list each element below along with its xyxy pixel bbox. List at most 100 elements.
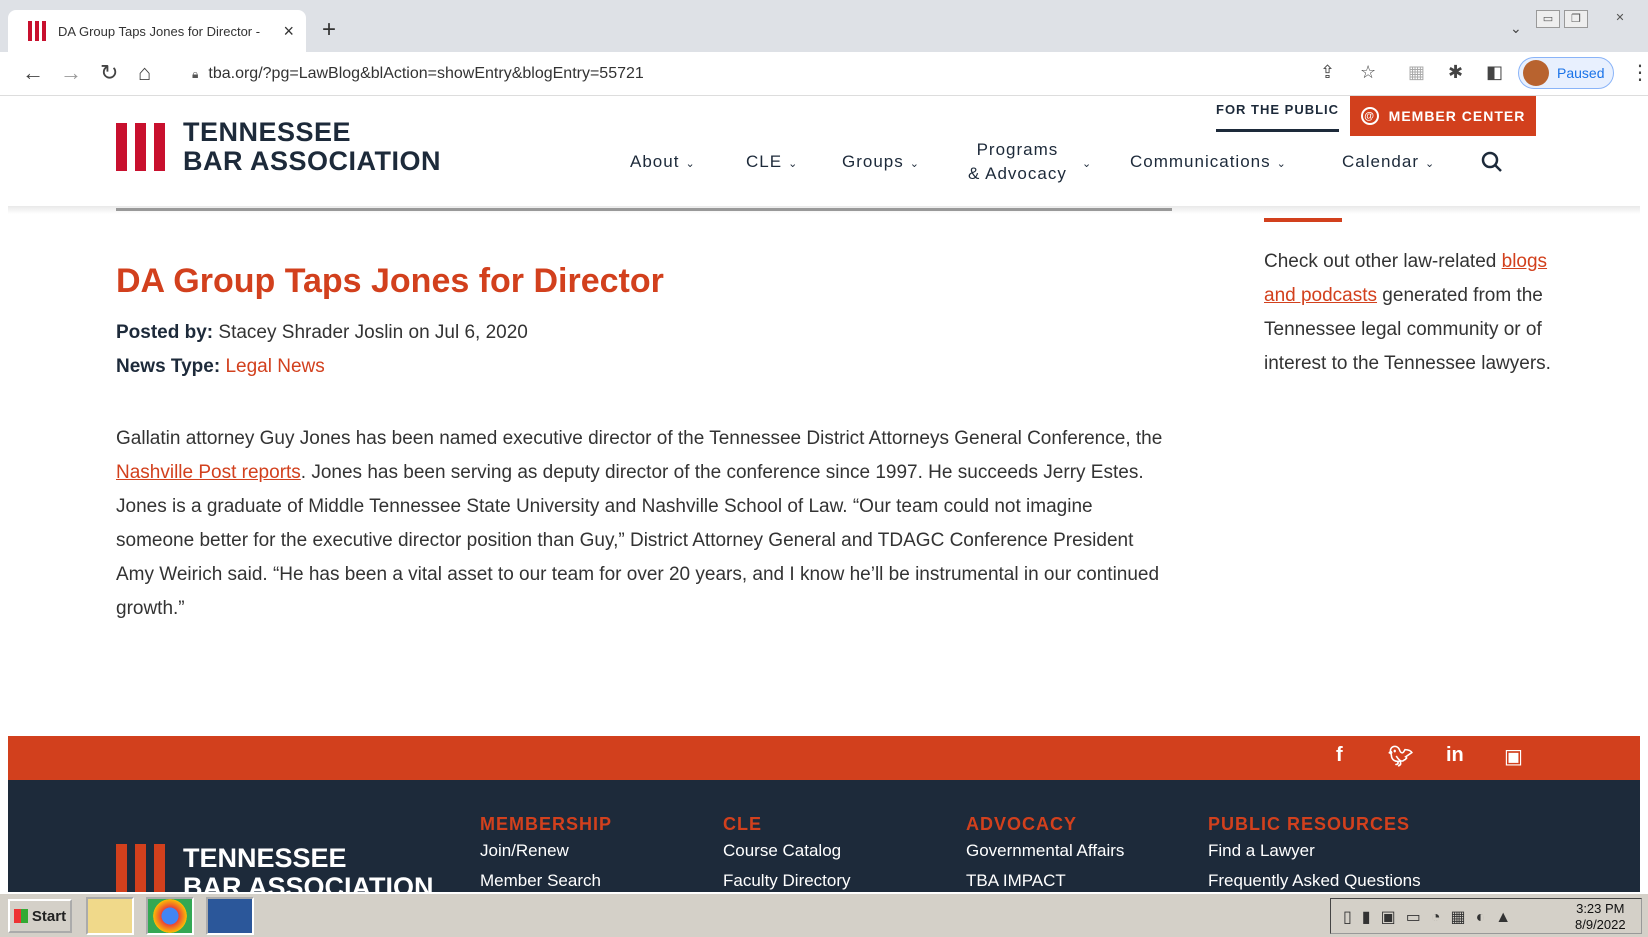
news-type-label: News Type: (116, 356, 221, 377)
youtube-icon[interactable]: ▣ (1504, 744, 1523, 769)
puzzle-icon[interactable]: ✱ (1448, 62, 1463, 83)
footer-link[interactable]: Course Catalog (723, 841, 851, 861)
forward-icon[interactable]: → (60, 60, 82, 86)
extension-icon[interactable]: ▦ (1408, 62, 1425, 83)
footer-logo[interactable]: TENNESSEE BAR ASSOCIATION (116, 844, 434, 892)
news-type-link[interactable]: Legal News (225, 356, 324, 377)
footer-col-public-resources: PUBLIC RESOURCES Find a Lawyer Frequentl… (1208, 814, 1421, 892)
article-body: Gallatin attorney Guy Jones has been nam… (116, 428, 1163, 619)
footer-col-advocacy: ADVOCACY Governmental Affairs TBA IMPACT (966, 814, 1124, 892)
browser-toolbar: ← → ↻ ⌂ 🔒︎ tba.org/?pg=LawBlog&blAction=… (0, 52, 1648, 96)
footer-link[interactable]: TBA IMPACT (966, 871, 1124, 891)
footer-link[interactable]: Member Search (480, 871, 612, 891)
start-button[interactable]: Start (8, 899, 72, 933)
footer-link[interactable]: Faculty Directory (723, 871, 851, 891)
nav-communications[interactable]: Communications ⌄ (1130, 152, 1287, 172)
word-icon[interactable] (206, 897, 254, 935)
nav-programs-advocacy[interactable]: Programs & Advocacy (968, 138, 1067, 186)
profile-button[interactable]: Paused (1518, 57, 1614, 89)
nav-calendar[interactable]: Calendar ⌄ (1342, 152, 1435, 172)
logo-bars-icon (116, 123, 165, 171)
footer-heading: MEMBERSHIP (480, 814, 613, 834)
footer-heading: CLE (723, 814, 762, 834)
nav-programs-line1: Programs (976, 140, 1059, 159)
chevron-down-icon: ⌄ (1425, 158, 1436, 170)
nav-about[interactable]: About ⌄ (630, 152, 696, 172)
footer-link[interactable]: Join/Renew (480, 841, 612, 861)
home-icon[interactable]: ⌂ (138, 60, 151, 86)
windows-flag-icon (13, 909, 28, 923)
minimize-icon[interactable]: ▭ (1536, 10, 1560, 28)
footer-link[interactable]: Frequently Asked Questions (1208, 871, 1421, 891)
clock[interactable]: 3:23 PM 8/9/2022 (1575, 901, 1626, 933)
new-tab-button[interactable]: + (322, 16, 336, 44)
sidepanel-icon[interactable]: ◧ (1486, 62, 1503, 83)
footer: TENNESSEE BAR ASSOCIATION MEMBERSHIP Joi… (8, 780, 1640, 892)
footer-col-cle: CLE Course Catalog Faculty Directory (723, 814, 851, 892)
footer-heading: ADVOCACY (966, 814, 1078, 834)
clock-time: 3:23 PM (1576, 901, 1625, 916)
share-icon[interactable]: ⇪ (1320, 62, 1335, 83)
chevron-down-icon[interactable]: ⌄ (1076, 152, 1092, 172)
footer-link[interactable]: Governmental Affairs (966, 841, 1124, 861)
search-icon[interactable] (1480, 150, 1504, 174)
tab-title: DA Group Taps Jones for Director - (58, 23, 261, 39)
address-bar[interactable]: 🔒︎ tba.org/?pg=LawBlog&blAction=showEntr… (178, 58, 1328, 90)
star-icon[interactable]: ☆ (1360, 62, 1376, 83)
system-tray: ▯▮▣▭◔▦◐▲ 3:23 PM 8/9/2022 (1330, 898, 1642, 934)
file-explorer-icon[interactable] (86, 897, 134, 935)
menu-icon[interactable]: ⋮ (1630, 60, 1648, 85)
tab-close-icon[interactable]: × (283, 21, 294, 42)
logo-bars-icon (116, 844, 165, 892)
browser-tab-strip: DA Group Taps Jones for Director - × + ⌄… (0, 0, 1648, 52)
footer-logo-line1: TENNESSEE (183, 843, 347, 873)
twitter-icon[interactable]: 🐦︎ (1388, 744, 1413, 769)
footer-link[interactable]: Find a Lawyer (1208, 841, 1421, 861)
chevron-down-icon: ⌄ (1276, 158, 1287, 170)
avatar (1523, 60, 1549, 86)
footer-col-membership: MEMBERSHIP Join/Renew Member Search (480, 814, 612, 892)
site-logo[interactable]: TENNESSEE BAR ASSOCIATION (116, 118, 441, 176)
nav-programs-line2: & Advocacy (968, 164, 1067, 183)
user-icon: @ (1360, 107, 1379, 125)
nav-cle[interactable]: CLE ⌄ (746, 152, 798, 172)
chevron-down-icon: ⌄ (909, 158, 920, 170)
sidebar-text: Check out other law-related blogs and po… (1264, 251, 1551, 374)
tray-icons[interactable]: ▯▮▣▭◔▦◐▲ (1343, 907, 1521, 927)
tab-search-icon[interactable]: ⌄ (1510, 20, 1522, 37)
window-close-icon[interactable]: ✕ (1608, 10, 1632, 28)
posted-by-label: Posted by: (116, 322, 214, 343)
for-the-public-link[interactable]: FOR THE PUBLIC (1216, 102, 1340, 132)
logo-line2: BAR ASSOCIATION (183, 146, 442, 176)
linkedin-icon[interactable]: in (1446, 744, 1464, 767)
chevron-down-icon: ⌄ (788, 158, 799, 170)
article-title: DA Group Taps Jones for Director (116, 262, 664, 300)
start-label: Start (31, 907, 67, 925)
site-header: TENNESSEE BAR ASSOCIATION FOR THE PUBLIC… (0, 96, 1648, 206)
content-divider (116, 208, 1172, 211)
posted-by-value: Stacey Shrader Joslin on Jul 6, 2020 (218, 322, 528, 343)
profile-status: Paused (1557, 65, 1605, 81)
facebook-icon[interactable]: f (1336, 744, 1343, 767)
footer-logo-line2: BAR ASSOCIATION (183, 872, 434, 893)
chevron-down-icon: ⌄ (685, 158, 696, 170)
lock-icon: 🔒︎ (192, 66, 199, 81)
posted-by: Posted by: Stacey Shrader Joslin on Jul … (116, 322, 528, 344)
reload-icon[interactable]: ↻ (100, 60, 118, 86)
back-icon[interactable]: ← (22, 60, 44, 86)
member-center-label: MEMBER CENTER (1388, 108, 1526, 124)
browser-tab[interactable]: DA Group Taps Jones for Director - × (8, 10, 306, 52)
nav-groups[interactable]: Groups ⌄ (842, 152, 920, 172)
nashville-post-link[interactable]: Nashville Post reports (116, 462, 301, 483)
news-type: News Type: Legal News (116, 356, 325, 378)
os-taskbar: Start ▯▮▣▭◔▦◐▲ 3:23 PM 8/9/2022 (0, 892, 1648, 937)
chrome-icon[interactable] (146, 897, 194, 935)
member-center-button[interactable]: @ MEMBER CENTER (1350, 96, 1536, 136)
clock-date: 8/9/2022 (1575, 917, 1626, 932)
footer-heading: PUBLIC RESOURCES (1208, 814, 1411, 834)
url-text: tba.org/?pg=LawBlog&blAction=showEntry&b… (208, 65, 644, 82)
footer-social-bar: f 🐦︎ in ▣ (8, 736, 1640, 780)
sidebar-accent-rule (1264, 218, 1342, 222)
tba-favicon-icon (28, 21, 46, 41)
restore-icon[interactable]: ❐ (1564, 10, 1588, 28)
